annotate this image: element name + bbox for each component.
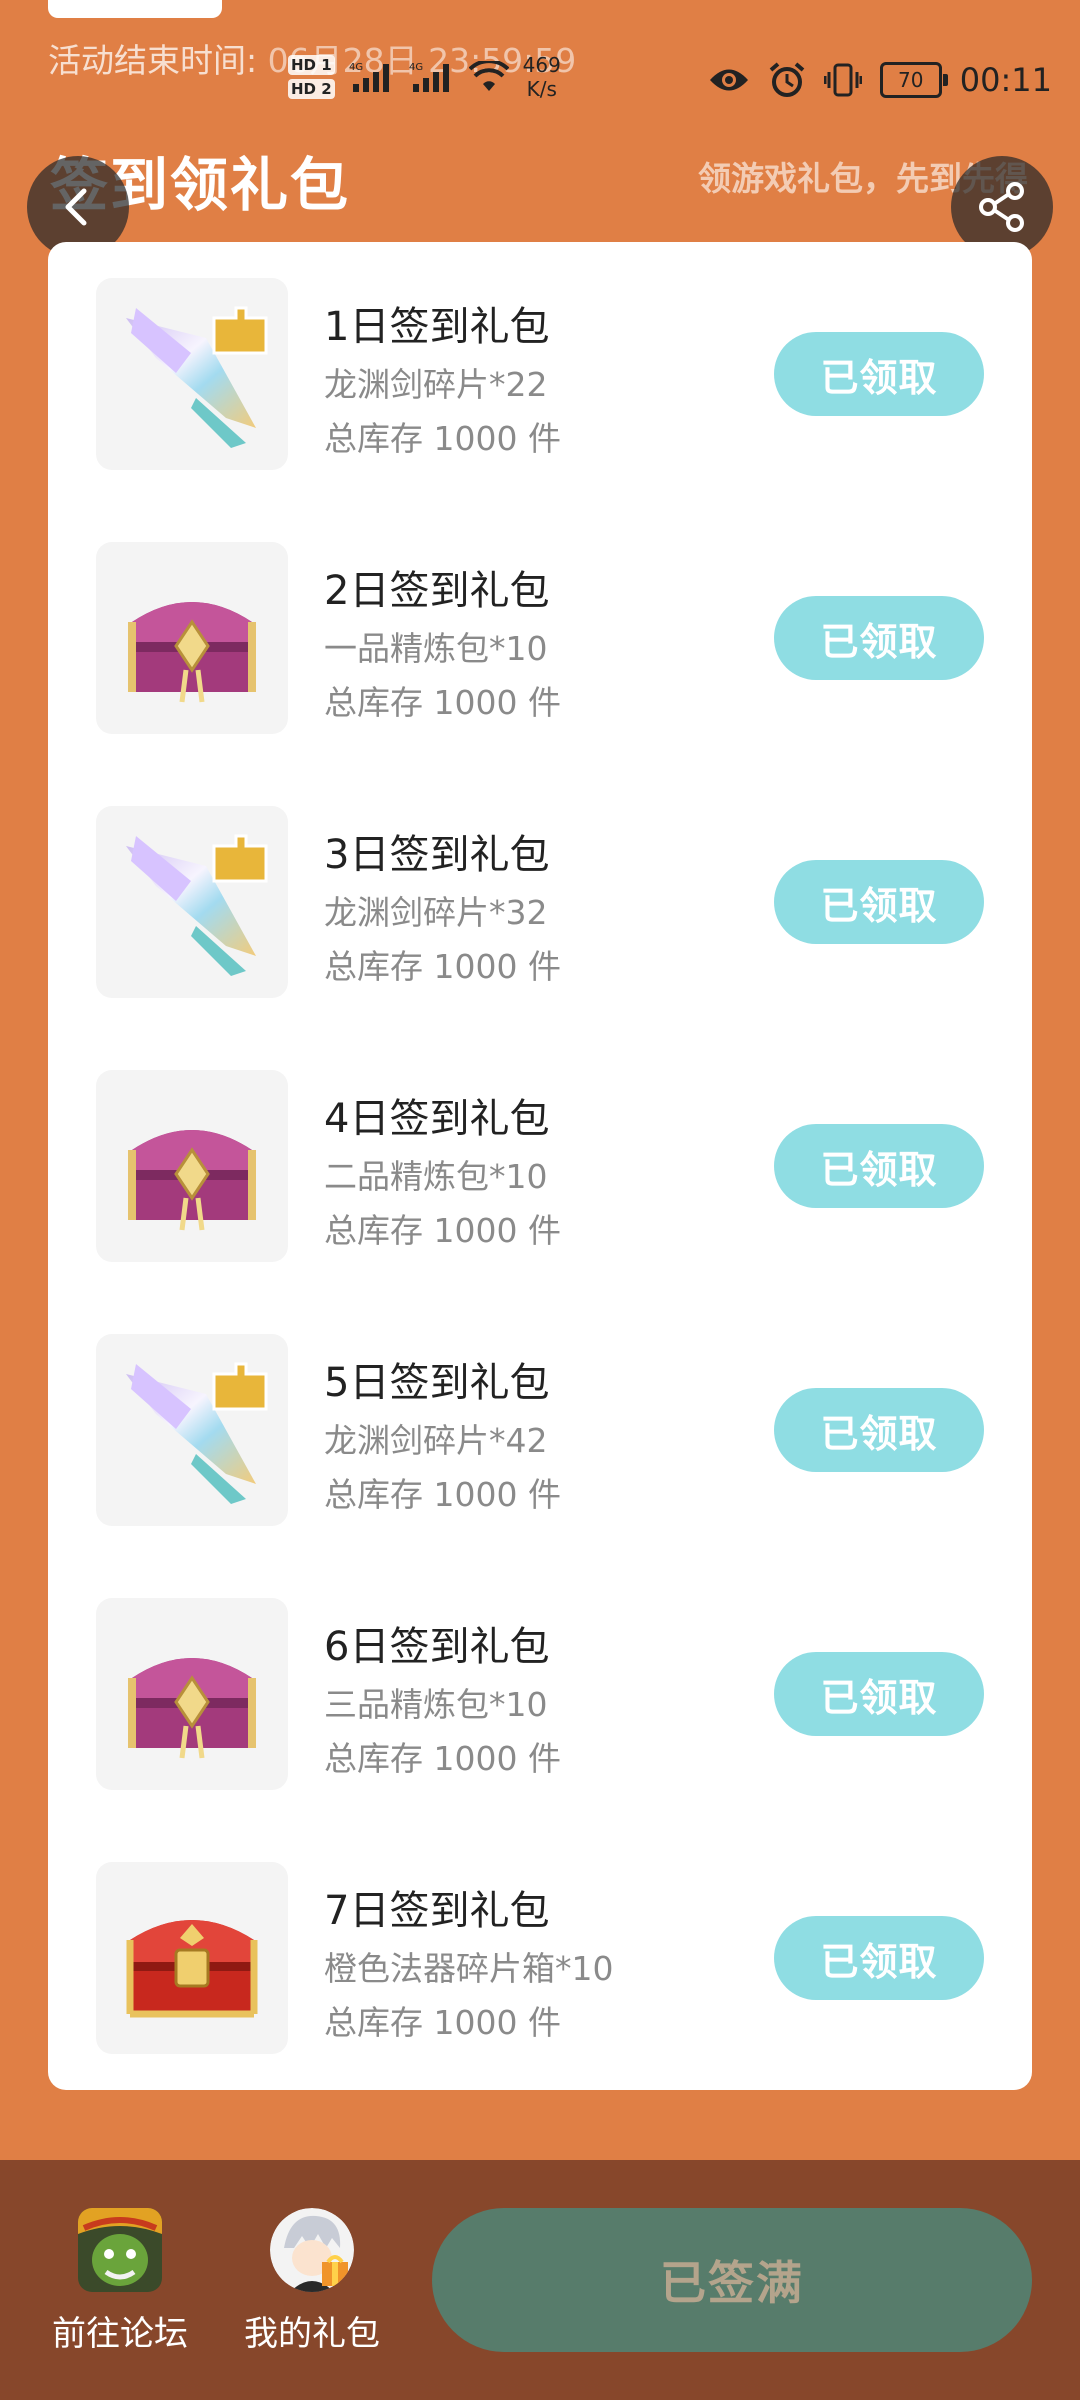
signed-full-button[interactable]: 已签满 xyxy=(432,2208,1032,2352)
share-icon xyxy=(979,182,1024,232)
gift-row: 4日签到礼包 二品精炼包*10 总库存 1000 件 已领取 xyxy=(48,1034,1032,1298)
net-speed: 469 K/s xyxy=(523,53,561,101)
claimed-button[interactable]: 已领取 xyxy=(774,332,984,416)
gift-desc: 龙渊剑碎片*32 xyxy=(324,893,548,932)
hd2-badge: HD 2 xyxy=(288,79,335,99)
purple-chest-icon xyxy=(96,1598,288,1790)
gift-row: 2日签到礼包 一品精炼包*10 总库存 1000 件 已领取 xyxy=(48,506,1032,770)
net-speed-value: 469 xyxy=(522,53,561,77)
gift-desc: 二品精炼包*10 xyxy=(324,1157,548,1196)
claimed-button[interactable]: 已领取 xyxy=(774,1388,984,1472)
status-bar-network: HD 1 HD 2 4G 4G 469 K/s xyxy=(288,44,561,110)
gift-desc: 一品精炼包*10 xyxy=(324,629,548,668)
gift-row: 7日签到礼包 橙色法器碎片箱*10 总库存 1000 件 已领取 xyxy=(48,1826,1032,2090)
claimed-button[interactable]: 已领取 xyxy=(774,1652,984,1736)
vibrate-icon xyxy=(823,63,862,97)
claimed-button[interactable]: 已领取 xyxy=(774,1916,984,2000)
gift-title: 1日签到礼包 xyxy=(324,304,550,350)
status-time: 00:11 xyxy=(959,61,1052,99)
gift-row: 3日签到礼包 龙渊剑碎片*32 总库存 1000 件 已领取 xyxy=(48,770,1032,1034)
gift-list-card: 1日签到礼包 龙渊剑碎片*22 总库存 1000 件 已领取 2日签到礼包 一品… xyxy=(48,242,1032,2090)
status-bar-right: 70 00:11 xyxy=(708,52,1052,108)
sword-shard-icon xyxy=(96,1334,288,1526)
gift-row: 5日签到礼包 龙渊剑碎片*42 总库存 1000 件 已领取 xyxy=(48,1298,1032,1562)
purple-chest-icon xyxy=(96,1070,288,1262)
gift-desc: 橙色法器碎片箱*10 xyxy=(324,1949,614,1988)
gift-title: 5日签到礼包 xyxy=(324,1360,550,1406)
bottom-bar: 前往论坛 我的礼包 已签满 xyxy=(0,2160,1080,2400)
back-arrow-icon xyxy=(65,188,87,226)
gift-title: 2日签到礼包 xyxy=(324,568,550,614)
forum-label: 前往论坛 xyxy=(52,2314,188,2354)
claimed-button[interactable]: 已领取 xyxy=(774,860,984,944)
net-type-label: 4G xyxy=(349,62,363,73)
forum-icon xyxy=(78,2208,162,2292)
claimed-button[interactable]: 已领取 xyxy=(774,596,984,680)
net-type-label-2: 4G xyxy=(409,62,423,73)
gift-desc: 三品精炼包*10 xyxy=(324,1685,548,1724)
gift-stock: 总库存 1000 件 xyxy=(324,1211,561,1250)
avatar-gift-icon xyxy=(270,2208,354,2292)
purple-chest-icon xyxy=(96,542,288,734)
red-chest-icon xyxy=(96,1862,288,2054)
signal-icon-2: 4G xyxy=(409,62,449,92)
alarm-icon xyxy=(769,62,805,97)
gift-desc: 龙渊剑碎片*22 xyxy=(324,365,548,404)
sword-shard-icon xyxy=(96,806,288,998)
gift-desc: 龙渊剑碎片*42 xyxy=(324,1421,548,1460)
gift-row: 1日签到礼包 龙渊剑碎片*22 总库存 1000 件 已领取 xyxy=(48,242,1032,506)
forum-link[interactable]: 前往论坛 xyxy=(20,2208,220,2355)
gift-stock: 总库存 1000 件 xyxy=(324,947,561,986)
my-gifts-label: 我的礼包 xyxy=(244,2314,380,2354)
my-gifts-link[interactable]: 我的礼包 xyxy=(212,2208,412,2355)
gift-title: 3日签到礼包 xyxy=(324,832,550,878)
top-tab xyxy=(48,0,222,18)
gift-row: 6日签到礼包 三品精炼包*10 总库存 1000 件 已领取 xyxy=(48,1562,1032,1826)
net-speed-unit: K/s xyxy=(526,77,557,101)
gift-title: 6日签到礼包 xyxy=(324,1624,550,1670)
battery-indicator: 70 xyxy=(879,62,948,98)
gift-stock: 总库存 1000 件 xyxy=(324,1475,561,1514)
gift-title: 4日签到礼包 xyxy=(324,1096,550,1142)
gift-stock: 总库存 1000 件 xyxy=(324,1739,561,1778)
wifi-icon xyxy=(468,61,509,91)
claimed-button[interactable]: 已领取 xyxy=(774,1124,984,1208)
gift-stock: 总库存 1000 件 xyxy=(324,683,561,722)
activity-end-label: 活动结束时间: xyxy=(48,41,268,80)
eye-icon xyxy=(709,69,748,91)
gift-stock: 总库存 1000 件 xyxy=(324,419,561,458)
hd1-badge: HD 1 xyxy=(288,55,335,75)
gift-title: 7日签到礼包 xyxy=(324,1888,550,1934)
gift-stock: 总库存 1000 件 xyxy=(324,2003,561,2042)
signal-icon: 4G xyxy=(349,62,389,92)
sword-shard-icon xyxy=(96,278,288,470)
